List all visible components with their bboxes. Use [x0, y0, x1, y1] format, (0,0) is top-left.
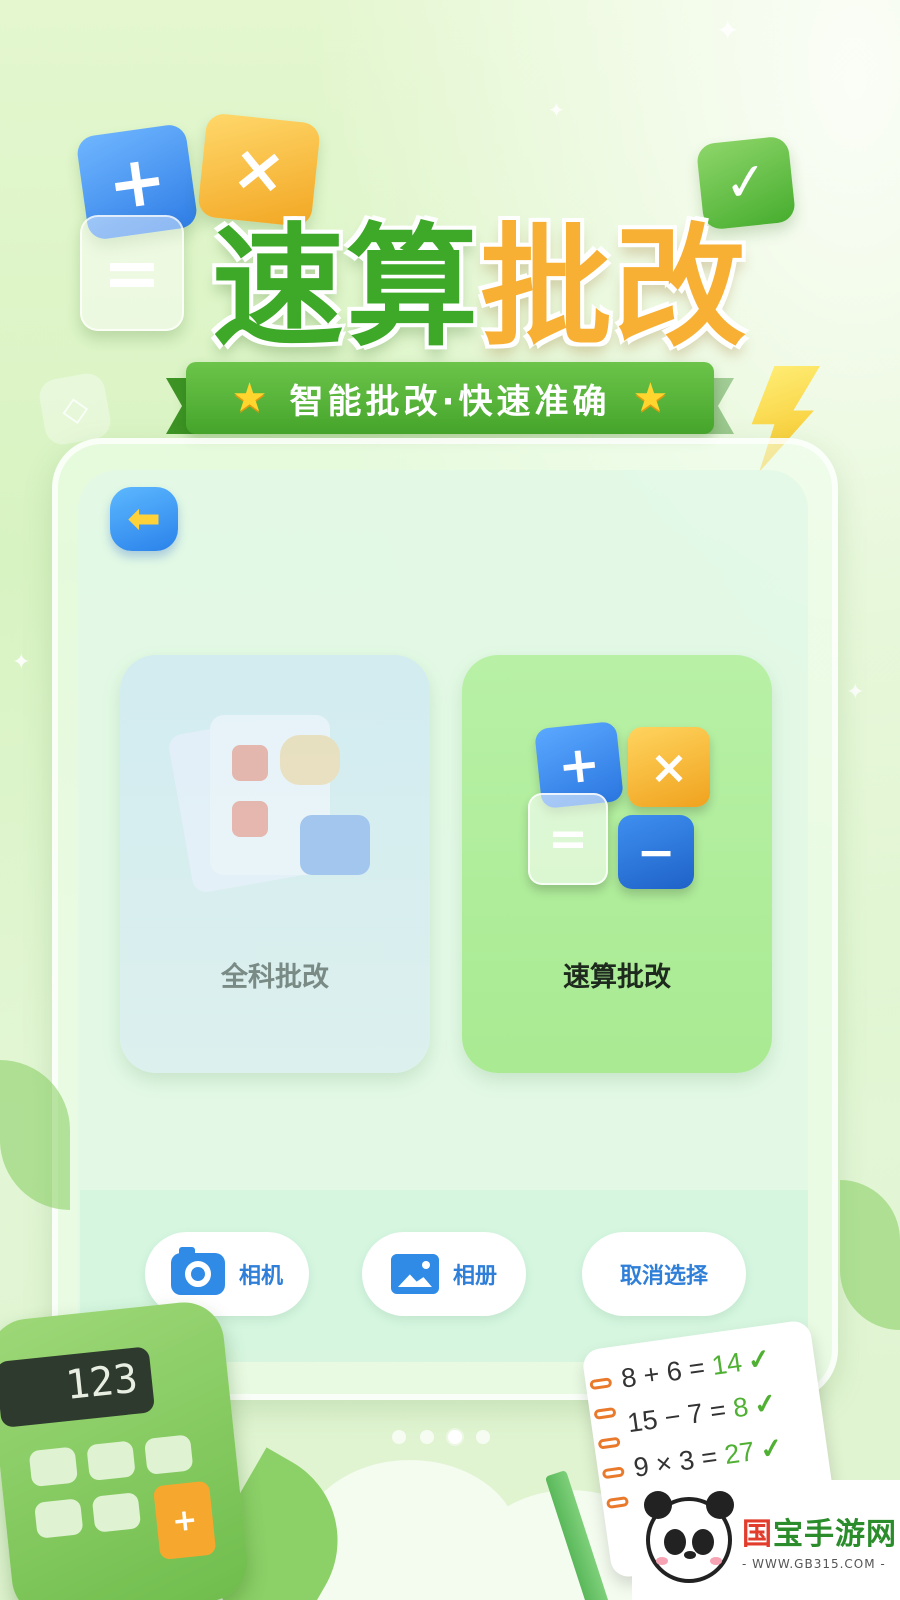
- card-label: 速算批改: [563, 962, 671, 993]
- sparkle-icon: ✦: [716, 14, 740, 47]
- equals-icon: =: [528, 793, 608, 885]
- cancel-selection-button[interactable]: 取消选择: [582, 1232, 746, 1316]
- watermark-brand: 国宝手游网: [742, 1517, 897, 1552]
- minus-icon: −: [618, 815, 694, 889]
- subtitle-ribbon: ★ 智能批改·快速准确 ★: [186, 362, 714, 434]
- panda-logo-icon: [644, 1491, 734, 1583]
- calculator-plus-key: +: [152, 1480, 217, 1561]
- camera-icon: [170, 1247, 225, 1295]
- notebook-line: 15 − 7 = 8✓: [625, 1387, 779, 1439]
- camera-label: 相机: [238, 1264, 283, 1289]
- equals-tile-icon: =: [80, 215, 184, 331]
- cancel-label: 取消选择: [619, 1264, 708, 1289]
- calculator-display: 123: [0, 1346, 156, 1428]
- worksheet-hand-icon: [167, 705, 380, 905]
- back-button[interactable]: ⬅: [110, 487, 178, 551]
- arrow-left-icon: ⬅: [127, 496, 161, 542]
- card-label: 全科批改: [221, 962, 329, 993]
- sparkle-icon: ✦: [548, 98, 565, 122]
- photo-album-icon: [390, 1254, 439, 1294]
- card-full-subject[interactable]: 全科批改: [120, 655, 430, 1073]
- title-green: 速算: [212, 210, 480, 365]
- page-title: 速算 批改: [200, 196, 760, 365]
- times-icon: ×: [628, 727, 710, 807]
- decor-ghost-icon: ◇: [36, 370, 114, 448]
- watermark: 国宝手游网 - WWW.GB315.COM -: [632, 1480, 900, 1600]
- calculator-decor: 123 +: [0, 1298, 252, 1600]
- sparkle-icon: ✦: [846, 680, 865, 705]
- album-button[interactable]: 相册: [362, 1232, 526, 1316]
- card-quick-calc[interactable]: + × = − 速算批改: [462, 655, 772, 1073]
- star-icon: ★: [632, 375, 669, 421]
- sparkle-icon: ✦: [12, 650, 31, 675]
- notebook-line: 9 × 3 = 27✓: [631, 1432, 785, 1483]
- title-orange: 批改: [480, 210, 748, 365]
- math-tiles-icon: + × = −: [522, 715, 722, 915]
- album-label: 相册: [452, 1264, 497, 1289]
- star-icon: ★: [231, 375, 268, 421]
- watermark-url: - WWW.GB315.COM -: [742, 1557, 886, 1571]
- notebook-line: 8 + 6 = 14✓: [619, 1343, 773, 1394]
- subtitle-text: 智能批改·快速准确: [289, 381, 611, 422]
